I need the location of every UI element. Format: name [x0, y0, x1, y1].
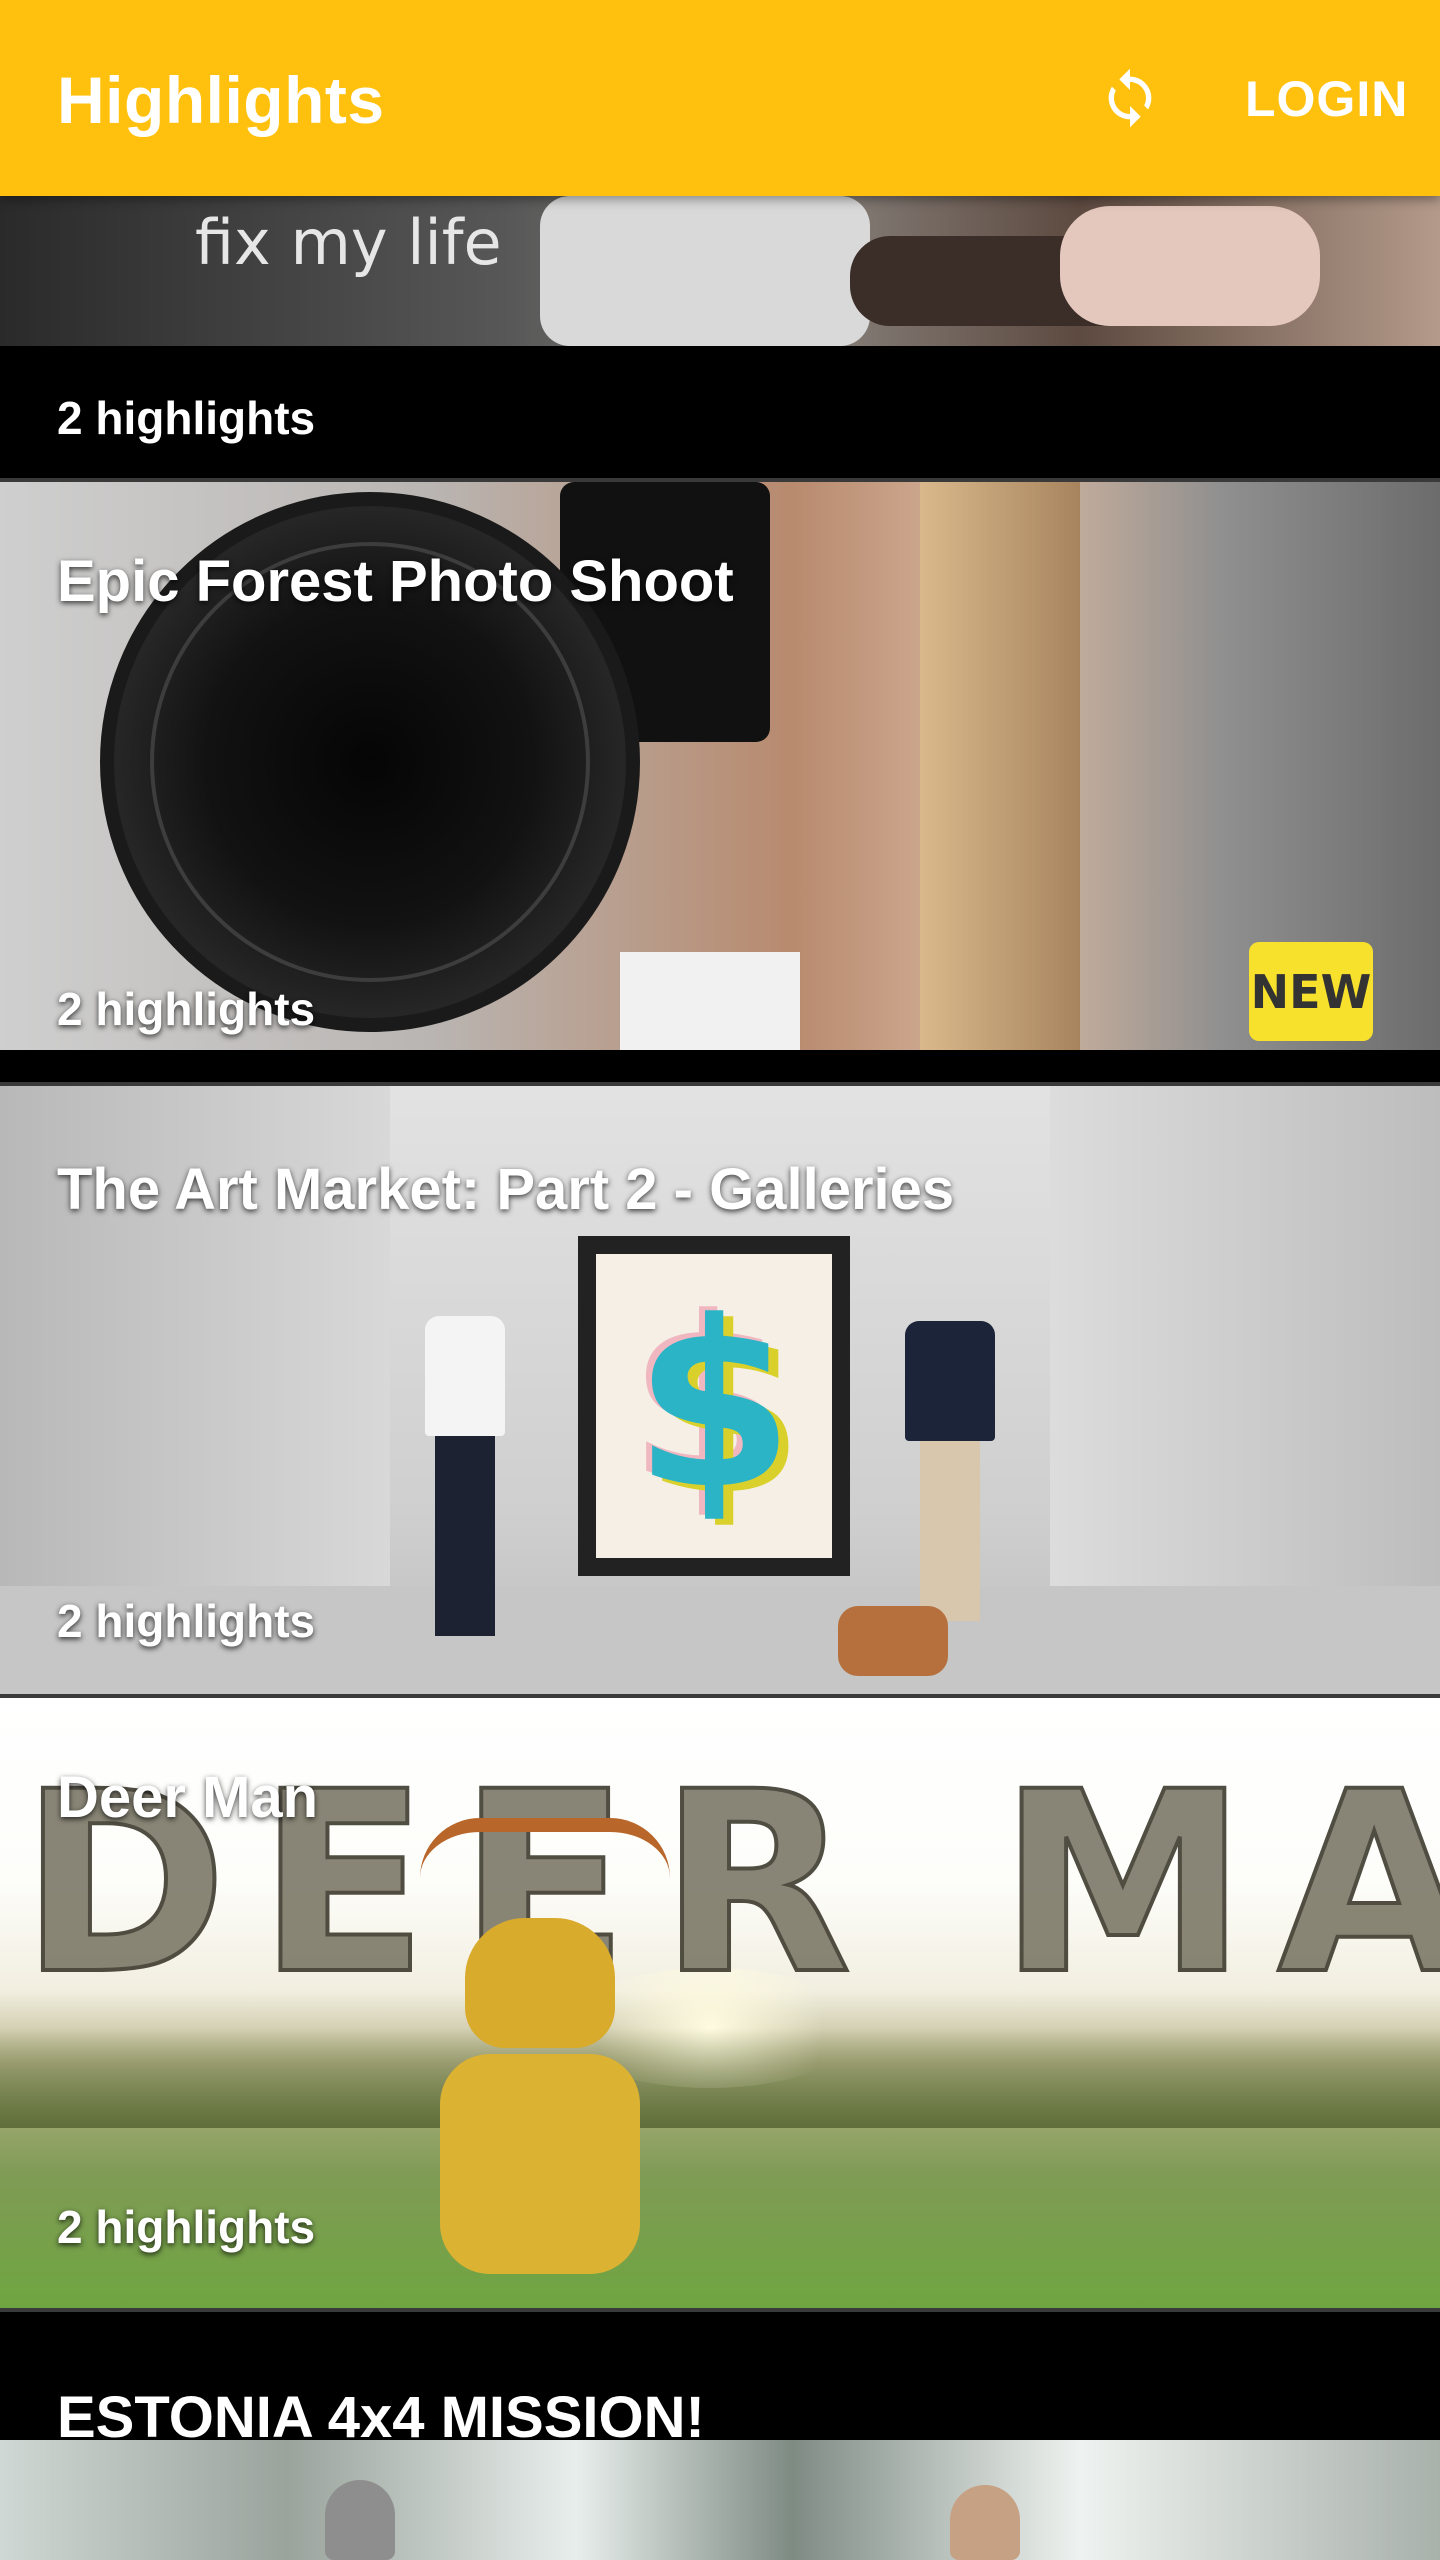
video-title: Epic Forest Photo Shoot	[57, 549, 734, 614]
thumbnail-painting: $	[578, 1236, 850, 1576]
refresh-icon	[1108, 68, 1152, 128]
thumbnail-shirt	[620, 952, 800, 1050]
page-title: Highlights	[57, 63, 385, 137]
app-root: Highlights LOGIN fix my life 2 highlight…	[0, 0, 1440, 2560]
highlights-count: 2 highlights	[57, 2201, 316, 2253]
video-thumbnail	[0, 2440, 1440, 2560]
login-button[interactable]: LOGIN	[1245, 70, 1408, 130]
video-card[interactable]: ESTONIA 4x4 MISSION!	[0, 2312, 1440, 2560]
video-title: Deer Man	[57, 1765, 319, 1830]
thumbnail-trees	[0, 2028, 1440, 2128]
app-bar: Highlights LOGIN	[0, 0, 1440, 196]
thumbnail-person	[425, 1316, 505, 1646]
refresh-button[interactable]	[1090, 55, 1170, 141]
video-card[interactable]: $ The Art Market: Part 2 - Galleries 2 h…	[0, 1086, 1440, 1694]
thumbnail-text: fix my life	[195, 206, 502, 279]
highlights-count: 2 highlights	[57, 1595, 316, 1647]
highlights-count: 2 highlights	[57, 392, 316, 444]
thumbnail-person	[325, 2480, 395, 2560]
thumbnail-hair	[920, 482, 1080, 1050]
thumbnail-hand	[1060, 206, 1320, 326]
thumbnail-person	[905, 1321, 995, 1641]
highlights-count: 2 highlights	[57, 983, 316, 1035]
video-thumbnail: fix my life	[0, 196, 1440, 346]
video-card[interactable]: DEER MAN Deer Man 2 highlights	[0, 1698, 1440, 2308]
video-card[interactable]: NEW Epic Forest Photo Shoot 2 highlights	[0, 482, 1440, 1082]
painting-dollar-sign: $	[596, 1254, 832, 1558]
thumbnail-bag	[838, 1606, 948, 1676]
thumbnail-antlers	[420, 1818, 670, 1928]
thumbnail-person	[950, 2485, 1020, 2560]
video-title: The Art Market: Part 2 - Galleries	[57, 1157, 955, 1222]
thumbnail-deer-costume	[440, 1918, 640, 2308]
thumbnail-pillow	[540, 196, 870, 346]
video-card[interactable]: fix my life 2 highlights	[0, 196, 1440, 478]
new-badge: NEW	[1249, 942, 1373, 1041]
